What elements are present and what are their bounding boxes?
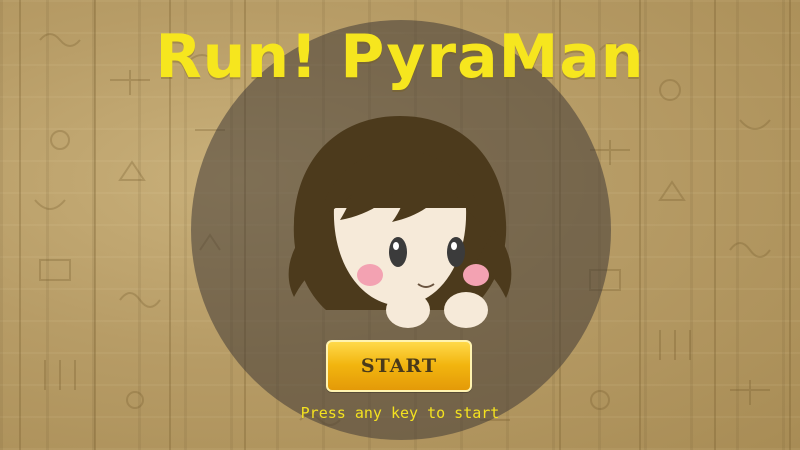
game-title: Run! PyraMan	[155, 22, 645, 92]
title-screen: Run! PyraMan START Press any key to star…	[0, 0, 800, 450]
start-button[interactable]: START	[326, 340, 472, 392]
start-hint-text: Press any key to start	[300, 404, 500, 422]
pyraman-character-face	[288, 116, 512, 328]
